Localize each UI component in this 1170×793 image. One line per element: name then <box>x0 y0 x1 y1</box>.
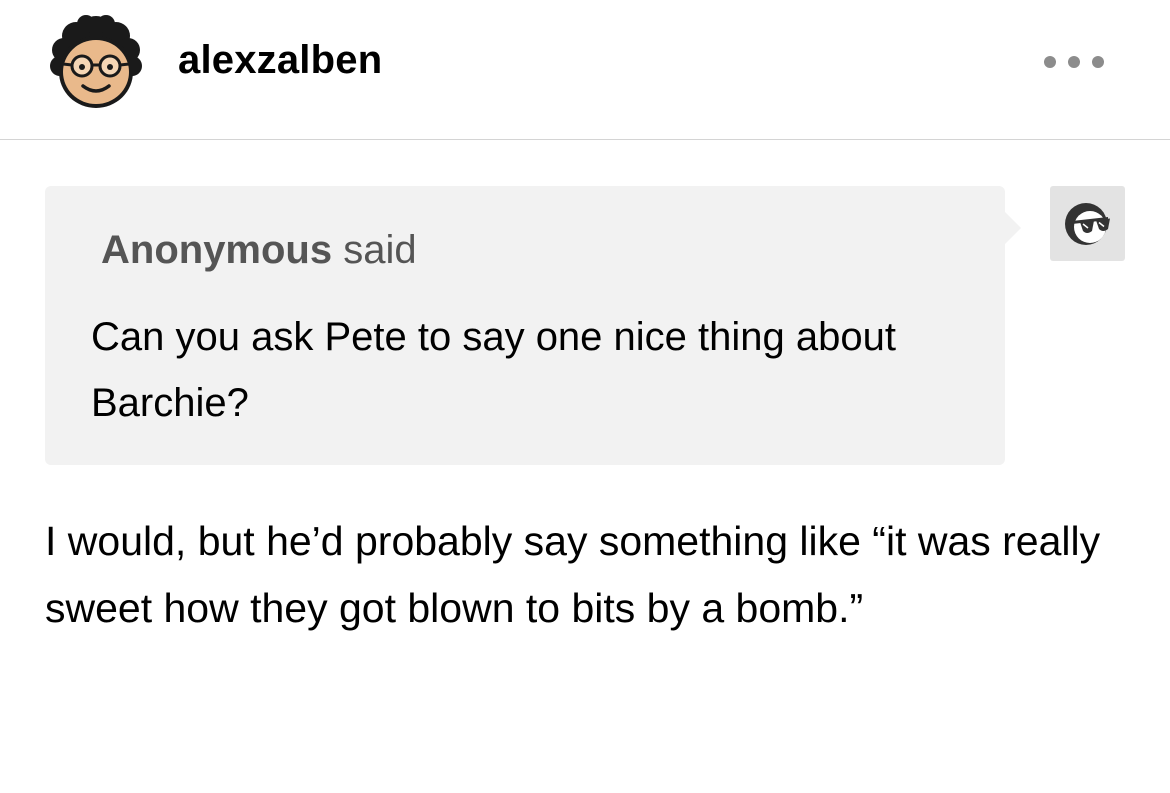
answer-text: I would, but he’d probably say something… <box>45 518 1101 631</box>
ellipsis-dot <box>1092 56 1104 68</box>
anonymous-sunglasses-avatar-icon[interactable] <box>1050 186 1125 261</box>
more-options-ellipsis-icon[interactable] <box>1044 50 1104 74</box>
asker-line: Anonymous said <box>101 228 417 273</box>
ellipsis-dot <box>1068 56 1080 68</box>
post-header: alexzalben <box>0 0 1170 140</box>
user-avatar-icon[interactable] <box>50 14 142 110</box>
ask-question: Can you ask Pete to say one nice thing a… <box>91 315 896 425</box>
ellipsis-dot <box>1044 56 1056 68</box>
post-username[interactable]: alexzalben <box>178 38 382 83</box>
ask-bubble: Anonymous said Can you ask Pete to say o… <box>45 186 1021 465</box>
ask-bubble-tail <box>1005 212 1021 244</box>
asker-name: Anonymous <box>101 228 333 272</box>
said-label: said <box>343 228 417 272</box>
